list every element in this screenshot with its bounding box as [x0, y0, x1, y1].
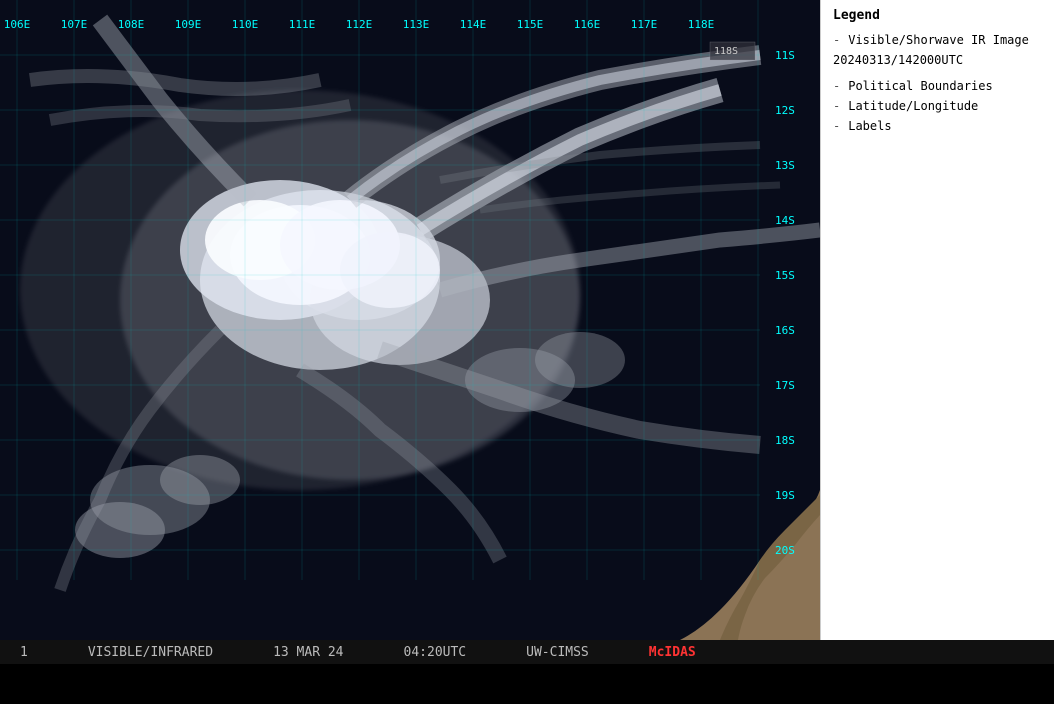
satellite-image: 106E 107E 108E 109E 110E 111E 112E 113E …	[0, 0, 820, 640]
legend-latlon-item: - Latitude/Longitude	[833, 99, 1042, 113]
svg-text:109E: 109E	[175, 18, 202, 31]
svg-text:19S: 19S	[775, 489, 795, 502]
legend-political-label: Political Boundaries	[848, 79, 993, 93]
svg-text:18S: 18S	[775, 434, 795, 447]
legend-labels-label: Labels	[848, 119, 891, 133]
svg-text:14S: 14S	[775, 214, 795, 227]
legend-title: Legend	[833, 8, 1042, 23]
legend-timestamp: 20240313/142000UTC	[833, 53, 1042, 67]
legend-image-item: - Visible/Shorwave IR Image	[833, 33, 1042, 47]
svg-text:118E: 118E	[688, 18, 715, 31]
satellite-view: 106E 107E 108E 109E 110E 111E 112E 113E …	[0, 0, 820, 640]
frame-number: 1	[20, 645, 28, 660]
legend-political-dash: -	[833, 79, 840, 93]
svg-text:17S: 17S	[775, 379, 795, 392]
legend-image-label: Visible/Shorwave IR Image	[848, 33, 1029, 47]
svg-text:11S: 11S	[775, 49, 795, 62]
svg-text:113E: 113E	[403, 18, 430, 31]
svg-text:107E: 107E	[61, 18, 88, 31]
source-label: UW-CIMSS	[526, 645, 589, 660]
svg-text:111E: 111E	[289, 18, 316, 31]
legend-labels-item: - Labels	[833, 119, 1042, 133]
svg-text:108E: 108E	[118, 18, 145, 31]
svg-text:106E: 106E	[4, 18, 31, 31]
legend-panel: Legend - Visible/Shorwave IR Image 20240…	[820, 0, 1054, 640]
legend-labels-dash: -	[833, 119, 840, 133]
svg-text:16S: 16S	[775, 324, 795, 337]
software-label: McIDAS	[649, 645, 696, 660]
svg-text:116E: 116E	[574, 18, 601, 31]
date-label: 13 MAR 24	[273, 645, 343, 660]
main-area: 106E 107E 108E 109E 110E 111E 112E 113E …	[0, 0, 1054, 640]
legend-latlon-label: Latitude/Longitude	[848, 99, 978, 113]
svg-text:12S: 12S	[775, 104, 795, 117]
status-bar: 1 VISIBLE/INFRARED 13 MAR 24 04:20UTC UW…	[0, 640, 1054, 664]
svg-text:115E: 115E	[517, 18, 544, 31]
legend-image-dash: -	[833, 33, 840, 47]
svg-text:117E: 117E	[631, 18, 658, 31]
svg-text:110E: 110E	[232, 18, 259, 31]
legend-political-item: - Political Boundaries	[833, 79, 1042, 93]
svg-text:118S: 118S	[714, 46, 738, 57]
svg-text:15S: 15S	[775, 269, 795, 282]
time-label: 04:20UTC	[404, 645, 467, 660]
svg-text:114E: 114E	[460, 18, 487, 31]
svg-text:112E: 112E	[346, 18, 373, 31]
svg-text:13S: 13S	[775, 159, 795, 172]
black-bar	[0, 664, 1054, 704]
product-label: VISIBLE/INFRARED	[88, 645, 213, 660]
legend-latlon-dash: -	[833, 99, 840, 113]
svg-text:20S: 20S	[775, 544, 795, 557]
